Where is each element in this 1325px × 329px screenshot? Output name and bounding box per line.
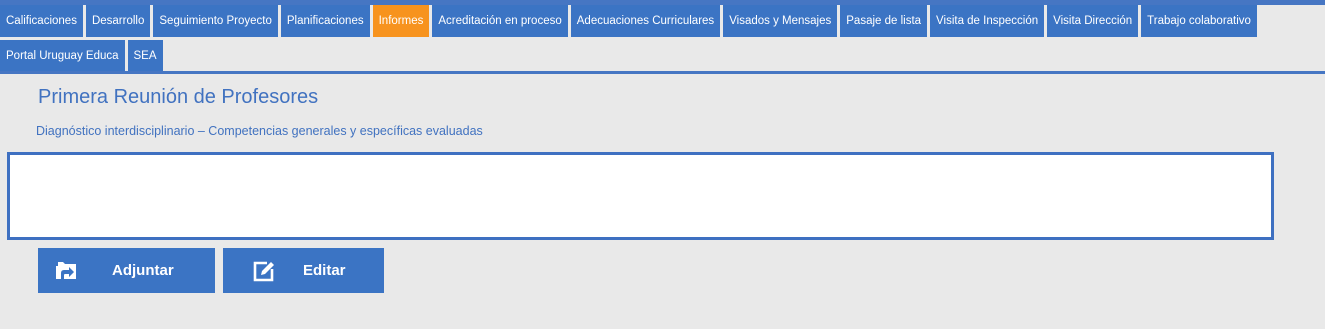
nav-divider [0,71,1325,74]
tab-adecuaciones-curriculares[interactable]: Adecuaciones Curriculares [570,5,721,37]
edit-icon [253,260,275,282]
tab-informes[interactable]: Informes [372,5,430,37]
edit-button-label: Editar [303,262,346,279]
page-subtitle: Diagnóstico interdisciplinario – Compete… [36,124,483,138]
tab-acreditacion-en-proceso[interactable]: Acreditación en proceso [432,5,568,37]
page-title: Primera Reunión de Profesores [38,86,319,108]
tab-pasaje-de-lista[interactable]: Pasaje de lista [840,5,928,37]
tab-seguimiento-proyecto[interactable]: Seguimiento Proyecto [153,5,278,37]
attach-button[interactable]: Adjuntar [38,248,215,293]
tab-visita-de-inspeccion[interactable]: Visita de Inspección [930,5,1045,37]
tab-visados-y-mensajes[interactable]: Visados y Mensajes [723,5,838,37]
tab-sea[interactable]: SEA [127,40,163,72]
tab-trabajo-colaborativo[interactable]: Trabajo colaborativo [1141,5,1257,37]
tab-desarrollo[interactable]: Desarrollo [85,5,151,37]
tab-visita-direccion[interactable]: Visita Dirección [1047,5,1139,37]
tab-portal-uruguay-educa[interactable]: Portal Uruguay Educa [0,40,125,72]
tab-calificaciones[interactable]: Calificaciones [0,5,83,37]
edit-button[interactable]: Editar [223,248,384,293]
attach-button-label: Adjuntar [112,262,174,279]
report-content-box[interactable] [7,152,1274,240]
folder-icon [55,261,77,280]
main-navigation: Calificaciones Desarrollo Seguimiento Pr… [0,5,1325,72]
tab-planificaciones[interactable]: Planificaciones [280,5,370,37]
